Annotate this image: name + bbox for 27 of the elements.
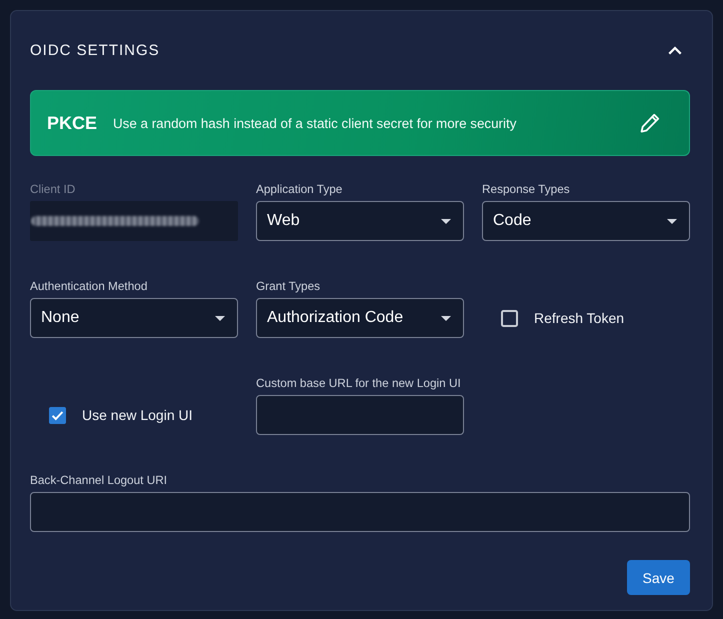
dropdown[interactable]: Code — [482, 201, 690, 241]
field-label: Authentication Method — [30, 279, 148, 293]
input-field[interactable] — [30, 492, 690, 532]
save-button[interactable]: Save — [627, 560, 690, 595]
field-label: Client ID — [30, 182, 76, 196]
checkbox-label[interactable]: Refresh Token — [534, 310, 624, 326]
dropdown[interactable]: None — [30, 298, 238, 338]
checkbox[interactable] — [501, 310, 518, 326]
section-title: OIDC SETTINGS — [30, 42, 160, 58]
dropdown[interactable]: Web — [256, 201, 464, 241]
caret-down-icon — [441, 316, 451, 320]
field-label: Response Types — [482, 182, 570, 196]
caret-down-icon — [215, 316, 225, 320]
pencil-icon[interactable] — [640, 113, 660, 133]
field-label: Grant Types — [256, 279, 320, 293]
field-label: Custom base URL for the new Login UI — [256, 376, 461, 390]
checkbox-label[interactable]: Use new Login UI — [82, 407, 193, 423]
checkbox[interactable] — [49, 406, 66, 424]
banner-title: PKCE — [47, 112, 98, 134]
field-label: Application Type — [256, 182, 342, 196]
chevron-up-icon[interactable] — [668, 46, 682, 54]
field-label: Back-Channel Logout URI — [30, 473, 168, 487]
dropdown[interactable]: Authorization Code — [256, 298, 464, 338]
input-field[interactable] — [256, 395, 464, 435]
caret-down-icon — [441, 218, 451, 224]
banner-description: Use a random hash instead of a static client secret for more security — [113, 116, 516, 130]
caret-down-icon — [667, 218, 677, 224]
